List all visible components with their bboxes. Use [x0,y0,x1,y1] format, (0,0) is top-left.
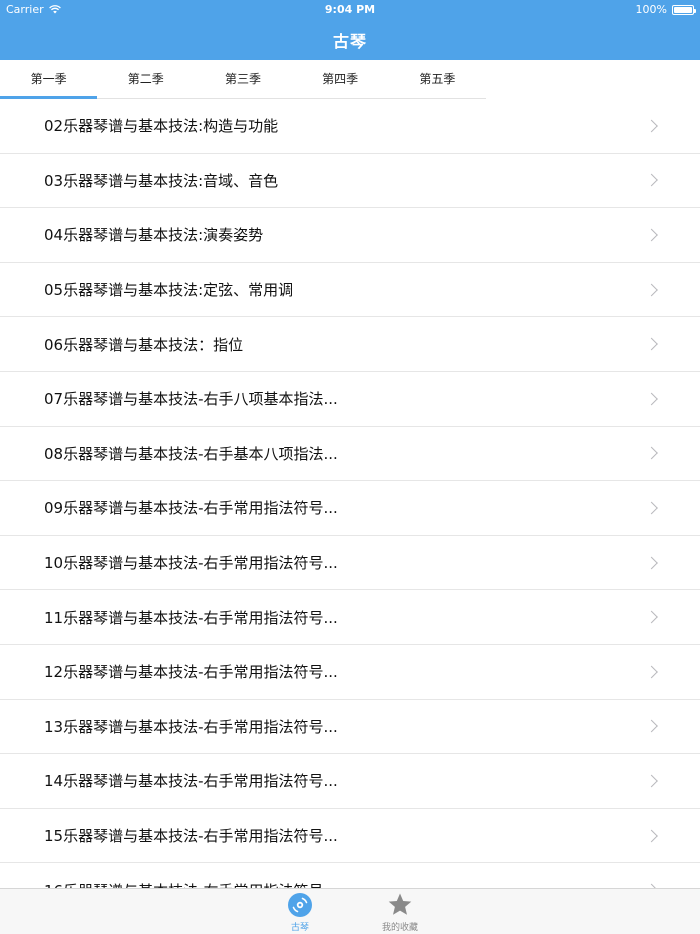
chevron-right-icon [645,610,658,624]
list-item-title: 12乐器琴谱与基本技法-右手常用指法符号... [44,663,338,682]
battery-indicator: 100% [635,3,696,16]
list-item[interactable]: 08乐器琴谱与基本技法-右手基本八项指法... [0,427,700,482]
chevron-right-icon [645,119,658,133]
tab-season-1[interactable]: 第一季 [0,60,98,99]
list-item[interactable]: 12乐器琴谱与基本技法-右手常用指法符号... [0,645,700,700]
top-bar: Carrier 9:04 PM 100% 古琴 [0,0,700,60]
battery-icon [672,4,696,15]
list-item-title: 07乐器琴谱与基本技法-右手八项基本指法... [44,390,338,409]
tabbar-item-guqin[interactable]: 古琴 [265,892,335,934]
chevron-right-icon [645,556,658,569]
list-item[interactable]: 11乐器琴谱与基本技法-右手常用指法符号... [0,590,700,645]
chevron-right-icon [645,829,658,842]
tab-season-3[interactable]: 第三季 [194,60,291,98]
list-item[interactable]: 05乐器琴谱与基本技法:定弦、常用调 [0,263,700,318]
list-item[interactable]: 02乐器琴谱与基本技法:构造与功能 [0,99,700,154]
chevron-right-icon [645,446,658,460]
tab-season-2[interactable]: 第二季 [97,60,194,98]
list-item[interactable]: 04乐器琴谱与基本技法:演奏姿势 [0,208,700,263]
tab-season-4[interactable]: 第四季 [292,60,389,98]
battery-percent: 100% [635,3,667,16]
list-item[interactable]: 03乐器琴谱与基本技法:音域、音色 [0,154,700,209]
list-item-title: 06乐器琴谱与基本技法：指位 [44,335,244,354]
list-item[interactable]: 15乐器琴谱与基本技法-右手常用指法符号... [0,809,700,864]
list-item-title: 08乐器琴谱与基本技法-右手基本八项指法... [44,444,338,463]
chevron-right-icon [645,174,658,187]
disc-icon [288,893,312,917]
list-item-title: 03乐器琴谱与基本技法:音域、音色 [44,171,279,190]
list-item-title: 02乐器琴谱与基本技法:构造与功能 [44,117,279,136]
star-icon [388,893,412,915]
list-item-title: 13乐器琴谱与基本技法-右手常用指法符号... [44,717,338,736]
tabbar-label: 古琴 [290,923,309,933]
list-item[interactable]: 14乐器琴谱与基本技法-右手常用指法符号... [0,754,700,809]
chevron-right-icon [645,337,658,351]
status-time: 9:04 PM [324,3,376,16]
chevron-right-icon [645,501,658,515]
episode-list[interactable]: 02乐器琴谱与基本技法:构造与功能 03乐器琴谱与基本技法:音域、音色 04乐器… [0,99,700,888]
list-item-title: 05乐器琴谱与基本技法:定弦、常用调 [44,281,294,300]
list-item[interactable]: 10乐器琴谱与基本技法-右手常用指法符号... [0,536,700,591]
list-item-title: 11乐器琴谱与基本技法-右手常用指法符号... [44,608,338,627]
tabbar-item-favorites[interactable]: 我的收藏 [365,892,435,934]
list-item-title: 04乐器琴谱与基本技法:演奏姿势 [44,226,264,245]
list-item-title: 15乐器琴谱与基本技法-右手常用指法符号... [44,827,338,846]
list-item-title: 16乐器琴谱与基本技法-右手常用指法符号... [44,880,338,888]
list-item[interactable]: 07乐器琴谱与基本技法-右手八项基本指法... [0,372,700,427]
chevron-right-icon [645,228,658,242]
tabbar-label: 我的收藏 [381,923,418,933]
app-screen: Carrier 9:04 PM 100% 古琴 第一季 第二季 第三季 第四季 … [0,0,700,934]
list-item[interactable]: 13乐器琴谱与基本技法-右手常用指法符号... [0,700,700,755]
chevron-right-icon [645,392,658,406]
list-item[interactable]: 09乐器琴谱与基本技法-右手常用指法符号... [0,481,700,536]
chevron-right-icon [645,283,658,296]
bottom-tab-bar: 古琴 我的收藏 [0,888,700,934]
status-bar: Carrier 9:04 PM 100% [0,0,700,20]
season-tabs: 第一季 第二季 第三季 第四季 第五季 [0,60,486,99]
list-item[interactable]: 16乐器琴谱与基本技法-右手常用指法符号... [0,863,700,888]
list-item-title: 10乐器琴谱与基本技法-右手常用指法符号... [44,554,338,573]
list-item-title: 14乐器琴谱与基本技法-右手常用指法符号... [44,772,338,791]
page-title: 古琴 [332,32,367,51]
chevron-right-icon [645,665,658,679]
chevron-right-icon [645,719,658,733]
chevron-right-icon [645,774,658,788]
list-item-title: 09乐器琴谱与基本技法-右手常用指法符号... [44,499,338,518]
tab-season-5[interactable]: 第五季 [389,60,486,98]
list-item[interactable]: 06乐器琴谱与基本技法：指位 [0,317,700,372]
